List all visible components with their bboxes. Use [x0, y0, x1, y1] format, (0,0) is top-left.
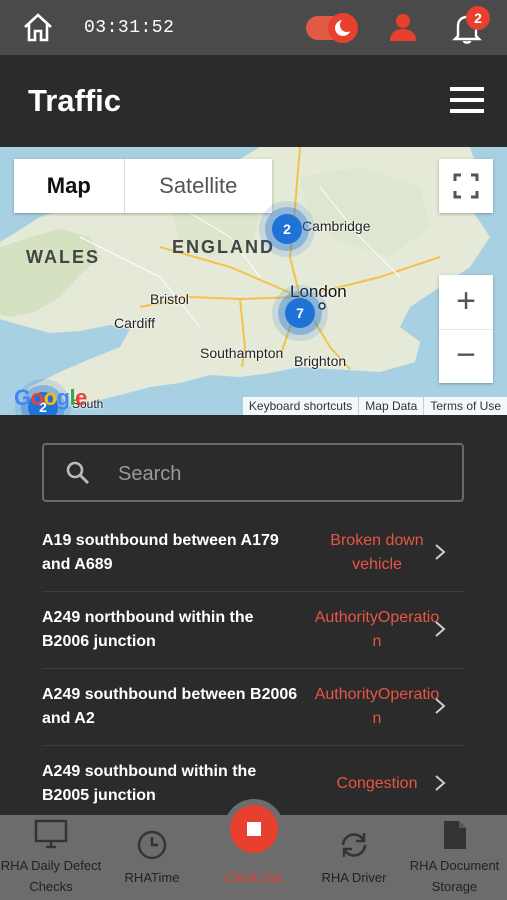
clock-icon — [136, 829, 168, 867]
clock-out-button[interactable] — [224, 799, 284, 859]
map-label-brighton: Brighton — [294, 353, 347, 369]
incident-status: AuthorityOperation — [314, 686, 440, 727]
map-label-england: ENGLAND — [172, 237, 275, 257]
zoom-out-button[interactable]: − — [439, 329, 493, 383]
incident-road: A249 southbound between B2006 and A2 — [42, 686, 298, 727]
incident-row[interactable]: A249 southbound between B2006 and A2 Aut… — [42, 669, 464, 746]
incident-row[interactable]: A19 southbound between A179 and A689 Bro… — [42, 515, 464, 592]
tab-label: RHA Daily Defect Checks — [0, 858, 102, 894]
dark-mode-toggle[interactable] — [306, 13, 358, 43]
tab-rha-driver[interactable]: RHA Driver — [312, 815, 396, 900]
search-icon — [66, 461, 90, 490]
map-label-wales: WALES — [26, 247, 101, 267]
traffic-map[interactable]: Map Satellite WALES ENGLAND Cambridge Lo… — [0, 147, 507, 415]
moon-icon — [328, 13, 358, 43]
terms-of-use-link[interactable]: Terms of Use — [423, 397, 507, 415]
stop-icon — [230, 805, 278, 853]
profile-icon[interactable] — [388, 12, 418, 47]
chevron-right-icon — [434, 620, 446, 643]
zoom-controls: + − — [439, 275, 493, 383]
clock-time: 03:31:52 — [84, 18, 175, 38]
fullscreen-icon — [453, 173, 479, 199]
map-label-bristol: Bristol — [150, 291, 189, 307]
incident-status: AuthorityOperation — [314, 609, 440, 650]
map-attribution: Keyboard shortcuts Map Data Terms of Use — [242, 397, 507, 415]
notification-badge: 2 — [466, 6, 490, 30]
status-bar: 03:31:52 2 — [0, 0, 507, 55]
map-data-link[interactable]: Map Data — [358, 397, 423, 415]
tab-rhatime[interactable]: RHATime — [110, 815, 194, 900]
map-label-southampton: Southampton — [200, 345, 284, 361]
page-header: Traffic — [0, 55, 507, 147]
fullscreen-button[interactable] — [439, 159, 493, 213]
tab-daily-defect-checks[interactable]: RHA Daily Defect Checks — [0, 815, 102, 900]
incident-row[interactable]: A249 northbound within the B2006 junctio… — [42, 592, 464, 669]
incident-road: A19 southbound between A179 and A689 — [42, 532, 279, 573]
google-logo: Google — [14, 385, 87, 410]
map-type-toggle: Map Satellite — [14, 159, 272, 213]
zoom-in-button[interactable]: + — [439, 275, 493, 330]
page-title: Traffic — [28, 83, 122, 118]
map-tab[interactable]: Map — [14, 159, 125, 213]
keyboard-shortcuts-link[interactable]: Keyboard shortcuts — [243, 397, 358, 415]
search-input[interactable] — [116, 457, 440, 491]
chevron-right-icon — [434, 774, 446, 797]
map-label-cambridge: Cambridge — [302, 218, 371, 234]
document-icon — [442, 819, 468, 857]
map-cluster-marker[interactable]: 2 — [272, 214, 302, 244]
incident-road: A249 northbound within the B2006 junctio… — [42, 609, 254, 650]
tab-rha-document-storage[interactable]: RHA Document Storage — [402, 815, 507, 900]
tab-label: RHA Document Storage — [409, 858, 500, 894]
tab-label: RHATime — [124, 870, 180, 885]
hamburger-menu-icon[interactable] — [450, 87, 484, 118]
refresh-icon — [338, 829, 370, 867]
home-icon[interactable] — [22, 12, 54, 47]
map-label-cardiff: Cardiff — [114, 315, 155, 331]
incident-status: Broken down vehicle — [330, 532, 424, 573]
monitor-icon — [34, 819, 68, 857]
satellite-tab[interactable]: Satellite — [125, 159, 272, 213]
map-cluster-marker[interactable]: 7 — [285, 298, 315, 328]
tab-label: RHA Driver — [321, 870, 387, 885]
chevron-right-icon — [434, 697, 446, 720]
incident-status: Congestion — [336, 775, 418, 792]
search-box — [42, 443, 464, 502]
tab-label: Clock Out — [225, 870, 283, 885]
chevron-right-icon — [434, 543, 446, 566]
